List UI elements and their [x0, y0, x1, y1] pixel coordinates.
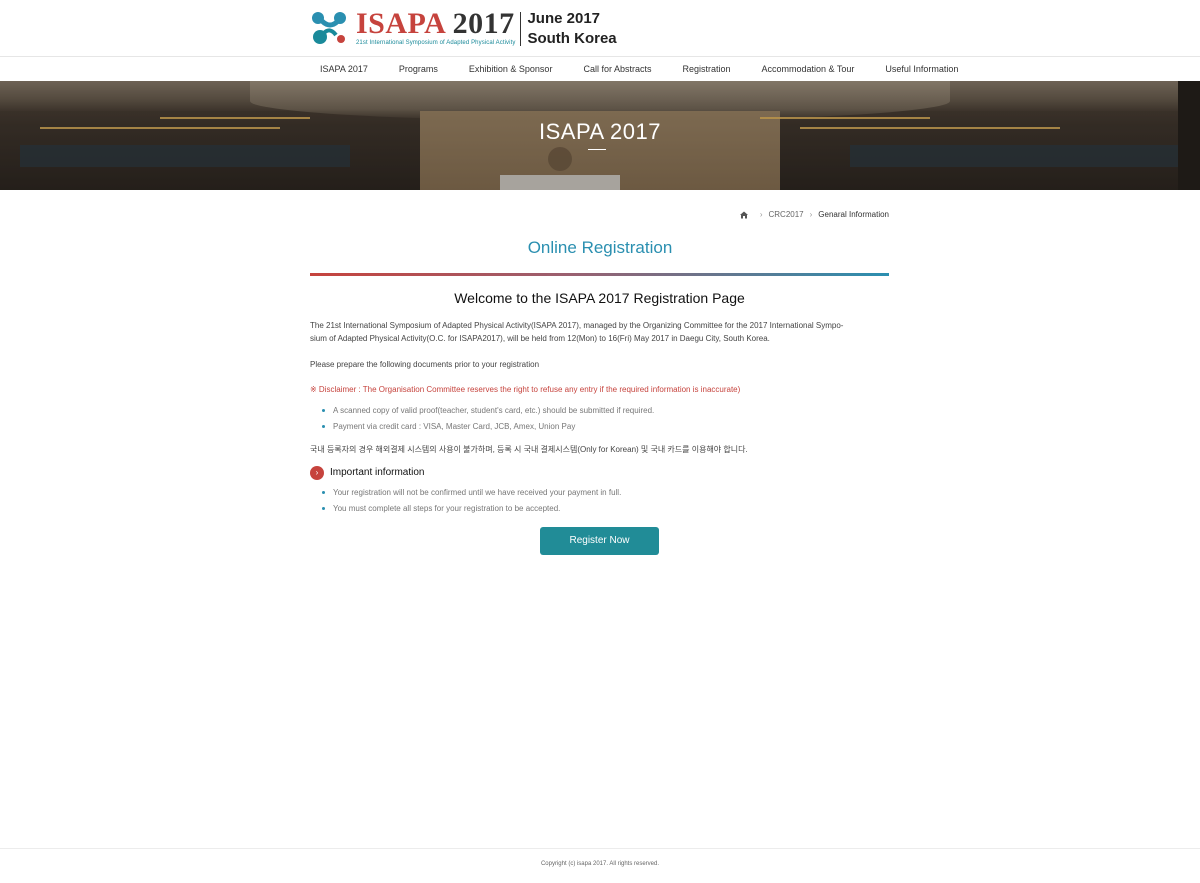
- logo-year: 2017: [452, 7, 515, 40]
- nav-item-exhibition-sponsor[interactable]: Exhibition & Sponsor: [469, 64, 553, 74]
- logo-mark-icon: [310, 9, 352, 47]
- nav-item-accommodation-tour[interactable]: Accommodation & Tour: [762, 64, 855, 74]
- breadcrumb-item-current: Genaral Information: [818, 210, 889, 219]
- intro-line-1: The 21st International Symposium of Adap…: [310, 321, 844, 330]
- footer-copyright: Copyright (c) isapa 2017. All rights res…: [540, 861, 660, 867]
- list-item: A scanned copy of valid proof(teacher, s…: [322, 403, 889, 419]
- logo-divider: [520, 12, 522, 46]
- disclaimer-text: ※ Disclaimer : The Organisation Committe…: [310, 384, 741, 394]
- hero-banner: ISAPA 2017: [0, 81, 1200, 190]
- prepare-paragraph: Please prepare the following documents p…: [310, 360, 540, 369]
- banner-underline: [588, 149, 606, 150]
- important-heading: › Important information: [310, 465, 889, 480]
- register-wrap: Register Now: [310, 526, 889, 555]
- nav-item-registration[interactable]: Registration: [682, 64, 730, 74]
- welcome-heading: Welcome to the ISAPA 2017 Registration P…: [454, 290, 745, 306]
- chevron-right-icon: ›: [759, 210, 763, 219]
- logo-text: ISAPA 2017 21st International Symposium …: [356, 9, 516, 47]
- title-divider: [310, 273, 889, 276]
- korean-note: 국내 등록자의 경우 해외결제 시스템의 사용이 불가하며, 등록 시 국내 결…: [310, 444, 748, 454]
- site-logo[interactable]: ISAPA 2017 21st International Symposium …: [310, 9, 617, 49]
- logo-date: June 2017 South Korea: [527, 9, 616, 49]
- main-nav: ISAPA 2017 Programs Exhibition & Sponsor…: [0, 57, 1200, 81]
- chevron-right-icon: ›: [310, 465, 324, 480]
- logo-name: ISAPA 2017: [356, 9, 515, 39]
- nav-item-useful-information[interactable]: Useful Information: [885, 64, 958, 74]
- chevron-right-icon: ›: [809, 210, 813, 219]
- breadcrumb: › CRC2017 › Genaral Information: [739, 210, 889, 219]
- nav-item-isapa-2017[interactable]: ISAPA 2017: [320, 64, 368, 74]
- list-item: Your registration will not be confirmed …: [322, 485, 889, 501]
- breadcrumb-item-crc2017[interactable]: CRC2017: [768, 210, 803, 219]
- important-title: Important information: [330, 467, 425, 478]
- banner-title: ISAPA 2017: [538, 119, 661, 144]
- intro-line-2: sium of Adapted Physical Activity(O.C. f…: [310, 333, 770, 343]
- page-title: Online Registration: [527, 238, 673, 257]
- requirements-list: A scanned copy of valid proof(teacher, s…: [310, 403, 889, 435]
- logo-isapa: ISAPA: [356, 7, 445, 40]
- important-list: Your registration will not be confirmed …: [310, 485, 889, 517]
- logo-date-line2: South Korea: [527, 30, 617, 47]
- home-icon[interactable]: [739, 211, 748, 219]
- register-now-button[interactable]: Register Now: [540, 526, 659, 555]
- list-item: Payment via credit card : VISA, Master C…: [322, 419, 889, 435]
- nav-item-programs[interactable]: Programs: [399, 64, 438, 74]
- site-header: ISAPA 2017 21st International Symposium …: [0, 0, 1200, 57]
- nav-item-call-for-abstracts[interactable]: Call for Abstracts: [583, 64, 651, 74]
- footer-divider: [0, 848, 1200, 849]
- registration-content: Welcome to the ISAPA 2017 Registration P…: [310, 290, 889, 555]
- intro-paragraph: The 21st International Symposium of Adap…: [310, 320, 889, 345]
- logo-date-line1: June 2017: [527, 10, 600, 27]
- list-item: You must complete all steps for your reg…: [322, 501, 889, 517]
- logo-subtitle: 21st International Symposium of Adapted …: [356, 40, 516, 46]
